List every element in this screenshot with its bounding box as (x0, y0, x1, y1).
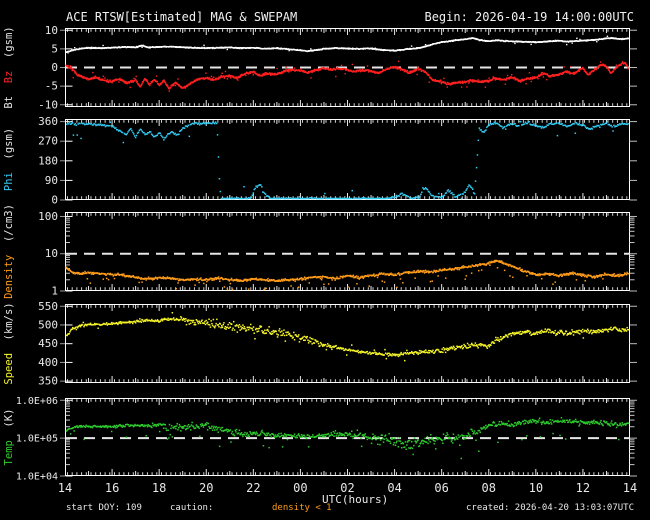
x-tick-label: 00 (293, 481, 308, 495)
y-tick-label: -10 (38, 98, 58, 111)
plot-frame (65, 398, 630, 476)
panel-mag: -10 -5 0 5 10 Bt Bz (gsm) (3, 24, 637, 111)
y-tick-label: 0 (51, 61, 58, 74)
caution-label: caution: (170, 503, 214, 513)
footer-row: start DOY: 109 caution: density < 1 crea… (0, 503, 650, 515)
y-tick-label: 550 (38, 300, 58, 313)
x-tick-label: 16 (104, 481, 120, 495)
y-tick-label: 180 (38, 154, 58, 167)
bz-trace (65, 60, 630, 92)
y-tick-label: 360 (38, 115, 58, 128)
x-tick-label: 14 (57, 481, 73, 495)
y-tick-label: 1.0E+05 (16, 434, 58, 445)
x-tick-label: 14 (622, 481, 638, 495)
y-tick-label: 100 (38, 210, 58, 223)
caution-value: density < 1 (272, 503, 332, 513)
y-tick-label: 350 (38, 375, 58, 388)
y-axis-label-mag: Bt Bz (gsm) (3, 26, 15, 108)
x-tick-label: 08 (481, 481, 496, 495)
y-axis-label-density: Density (/cm3) (3, 204, 15, 299)
phi-trace (66, 120, 629, 200)
y-tick-label: 10 (45, 24, 58, 37)
y-axis-label-speed: Speed (km/s) (3, 302, 15, 384)
start-doy-label: start DOY: 109 (66, 503, 142, 513)
speed-trace (65, 312, 630, 362)
y-tick-label: 500 (38, 318, 58, 331)
panel-density: 1 10 100 Density (/cm3) (3, 204, 637, 299)
ace-rtsw-plot: ACE RTSW[Estimated] MAG & SWEPAM Begin: … (0, 0, 650, 520)
x-tick-label: 06 (434, 481, 449, 495)
y-tick-label: 1.0E+06 (16, 396, 58, 407)
x-tick-label: 20 (199, 481, 214, 495)
created-timestamp: created: 2026-04-20 13:03:07UTC (466, 503, 634, 513)
begin-timestamp: Begin: 2026-04-19 14:00:00UTC (424, 10, 634, 24)
panel-phi: 0 90 180 270 360 Phi (gsm) (3, 115, 637, 207)
y-tick-label: 270 (38, 135, 58, 148)
x-tick-label: 18 (151, 481, 167, 495)
y-tick-label: 90 (45, 174, 58, 187)
y-tick-label: 1 (51, 285, 58, 298)
panel-temp: 1.0E+041.0E+051.0E+06Temp (K) (3, 396, 637, 483)
y-tick-label: 400 (38, 356, 58, 369)
y-tick-label: 450 (38, 337, 58, 350)
bt-trace (65, 35, 630, 54)
y-axis-label-temp: Temp (K) (3, 409, 15, 466)
x-tick-label: 22 (246, 481, 261, 495)
plot-frame (65, 304, 630, 383)
y-axis-label-phi: Phi (gsm) (3, 128, 15, 191)
y-tick-label: -5 (45, 80, 58, 93)
x-tick-label: 10 (528, 481, 544, 495)
y-tick-label: 0 (51, 194, 58, 207)
panel-speed: 350 400 450 500 550 Speed (km/s) (3, 300, 637, 388)
plot-title: ACE RTSW[Estimated] MAG & SWEPAM (66, 10, 298, 24)
y-tick-label: 10 (45, 247, 58, 260)
y-tick-label: 5 (51, 42, 58, 55)
x-tick-label: 12 (575, 481, 591, 495)
